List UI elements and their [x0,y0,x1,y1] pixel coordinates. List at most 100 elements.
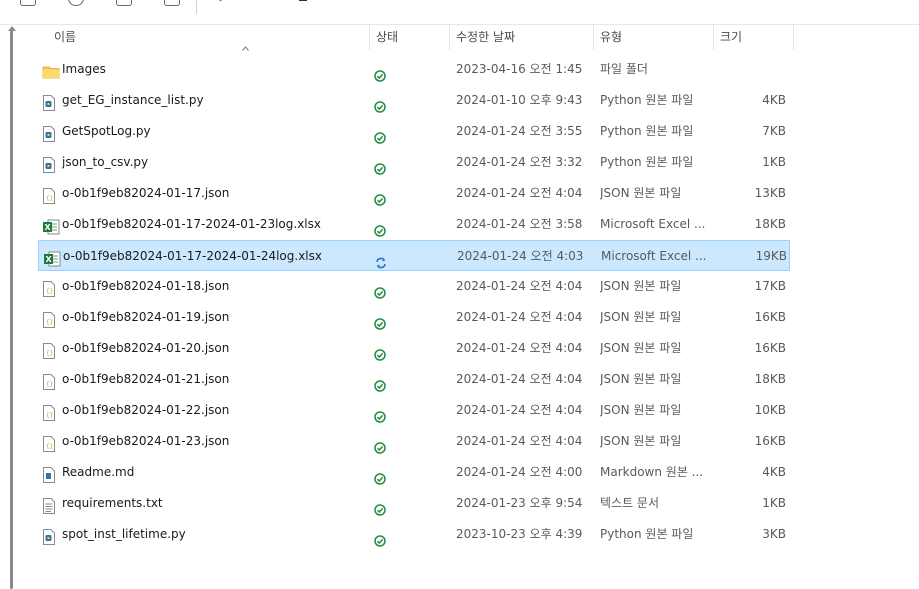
sync-complete-icon [374,156,386,178]
svg-text:{}: {} [46,350,53,357]
column-header-modified[interactable]: 수정한 날짜 [450,24,594,50]
file-icon-cell: {} [42,426,60,457]
sync-complete-icon [374,373,386,395]
file-modified: 2024-01-24 오전 4:04 [456,403,583,417]
status-cell [374,519,390,550]
file-modified: 2024-01-24 오전 4:04 [456,434,583,448]
file-size: 7KB [762,124,786,138]
sync-complete-icon [374,528,386,550]
column-header-status[interactable]: 상태 [370,24,450,50]
column-header-size[interactable]: 크기 [714,24,794,50]
file-row[interactable]: requirements.txt 2024-01-23 오후 9:54 텍스트 … [38,488,790,519]
file-row[interactable]: {} o-0b1f9eb82024-01-17.json 2024-01-24 … [38,178,790,209]
status-cell [374,178,390,209]
svg-text:{}: {} [46,381,53,388]
excel-file-icon: X [43,248,61,272]
file-icon-cell [42,488,60,519]
share-icon[interactable] [68,0,84,6]
file-type: 파일 폴더 [600,62,648,76]
file-row[interactable]: {} o-0b1f9eb82024-01-19.json 2024-01-24 … [38,302,790,333]
file-row[interactable]: X o-0b1f9eb82024-01-17-2024-01-24log.xls… [38,240,790,271]
python-file-icon [42,92,56,116]
sync-complete-icon [374,435,386,457]
excel-file-icon: X [42,216,60,240]
view-button[interactable]: ☰ [298,0,308,4]
column-label-name: 이름 [54,30,77,44]
file-type: JSON 원본 파일 [600,341,682,355]
file-type: JSON 원본 파일 [600,310,682,324]
file-modified: 2024-01-24 오전 4:04 [456,372,583,386]
sync-complete-icon [374,311,386,333]
json-file-icon: {} [42,309,56,333]
text-file-icon [42,495,56,519]
status-cell [374,85,390,116]
svg-text:{}: {} [46,195,53,202]
file-row[interactable]: {} o-0b1f9eb82024-01-23.json 2024-01-24 … [38,426,790,457]
file-size: 17KB [754,279,786,293]
file-name: o-0b1f9eb82024-01-23.json [62,434,230,448]
file-size: 18KB [754,217,786,231]
file-row[interactable]: json_to_csv.py 2024-01-24 오전 3:32 Python… [38,147,790,178]
file-type: JSON 원본 파일 [600,403,682,417]
file-icon-cell [42,147,60,178]
sync-complete-icon [374,125,386,147]
file-row[interactable]: {} o-0b1f9eb82024-01-21.json 2024-01-24 … [38,364,790,395]
sync-complete-icon [374,218,386,240]
file-type: JSON 원본 파일 [600,186,682,200]
file-row[interactable]: spot_inst_lifetime.py 2023-10-23 오후 4:39… [38,519,790,550]
file-modified: 2024-01-24 오전 3:32 [456,155,583,169]
file-name: spot_inst_lifetime.py [62,527,186,541]
svg-text:{}: {} [46,288,53,295]
file-size [718,54,786,85]
sync-complete-icon [374,280,386,302]
json-file-icon: {} [42,433,56,457]
new-item-icon[interactable] [20,0,36,6]
file-row[interactable]: GetSpotLog.py 2024-01-24 오전 3:55 Python … [38,116,790,147]
file-row[interactable]: get_EG_instance_list.py 2024-01-10 오후 9:… [38,85,790,116]
file-name: o-0b1f9eb82024-01-17.json [62,186,230,200]
python-file-icon [42,526,56,550]
file-icon-cell: {} [42,395,60,426]
sync-complete-icon [374,94,386,116]
file-type: Microsoft Excel ... [601,249,707,263]
file-modified: 2023-04-16 오전 1:45 [456,62,583,76]
status-cell [374,426,390,457]
copy-icon[interactable] [116,0,132,6]
file-type: Markdown 원본 ... [600,465,704,479]
file-row[interactable]: X o-0b1f9eb82024-01-17-2024-01-23log.xls… [38,209,790,240]
svg-text:{}: {} [46,412,53,419]
file-row[interactable]: {} o-0b1f9eb82024-01-22.json 2024-01-24 … [38,395,790,426]
file-name: Images [62,62,106,76]
column-header-name[interactable]: 이름 [36,24,370,50]
file-type: 텍스트 문서 [600,496,660,510]
file-size: 4KB [762,93,786,107]
status-cell [374,457,390,488]
file-modified: 2023-10-23 오후 4:39 [456,527,583,541]
file-size: 18KB [754,372,786,386]
file-name: Readme.md [62,465,135,479]
file-size: 16KB [754,341,786,355]
json-file-icon: {} [42,278,56,302]
svg-text:X: X [45,223,52,232]
svg-text:{}: {} [46,443,53,450]
scrollbar[interactable] [10,30,13,589]
python-file-icon [42,154,56,178]
file-icon-cell: {} [42,178,60,209]
status-cell [374,147,390,178]
status-cell [374,209,390,240]
sort-button[interactable]: ↕ [216,0,225,4]
file-row[interactable]: Readme.md 2024-01-24 오전 4:00 Markdown 원본… [38,457,790,488]
file-name: o-0b1f9eb82024-01-20.json [62,341,230,355]
file-icon-cell [42,85,60,116]
file-row[interactable]: {} o-0b1f9eb82024-01-20.json 2024-01-24 … [38,333,790,364]
column-header-type[interactable]: 유형 [594,24,714,50]
file-size: 16KB [754,310,786,324]
file-row[interactable]: {} o-0b1f9eb82024-01-18.json 2024-01-24 … [38,271,790,302]
delete-icon[interactable] [164,0,180,6]
column-label-type: 유형 [600,30,623,44]
file-size: 1KB [762,496,786,510]
file-icon-cell [42,519,60,550]
svg-text:X: X [46,255,53,264]
sort-ascending-icon [242,46,249,51]
file-row[interactable]: Images 2023-04-16 오전 1:45 파일 폴더 [38,54,790,85]
